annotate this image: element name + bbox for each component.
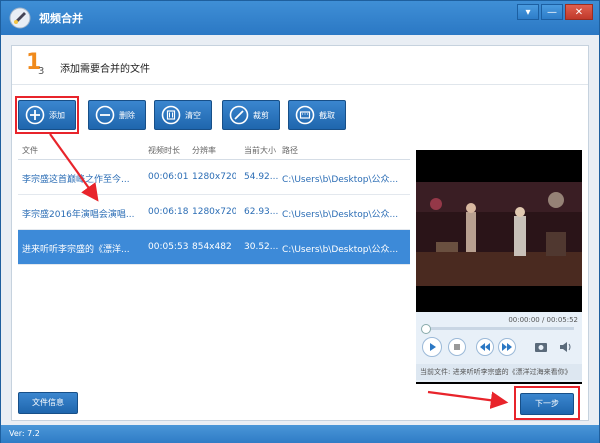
- capture-button[interactable]: 截取: [288, 100, 346, 130]
- menu-button[interactable]: ▾: [517, 4, 539, 20]
- header-size[interactable]: 当前大小: [244, 145, 278, 156]
- title-bar: 视频合并 ▾ — ✕: [1, 1, 599, 35]
- rewind-icon: [480, 343, 490, 351]
- forward-button[interactable]: [498, 338, 516, 356]
- table-row[interactable]: 李宗盛这首巅峰之作至今... 00:06:01 1280x720 54.92..…: [18, 160, 410, 195]
- seek-bar[interactable]: [421, 324, 574, 334]
- crop-button[interactable]: 裁剪: [222, 100, 280, 130]
- capture-label: 截取: [319, 111, 335, 120]
- step-header: 1 3 添加需要合并的文件: [12, 46, 588, 85]
- cell-duration: 00:06:18: [148, 207, 188, 217]
- cell-resolution: 854x482: [192, 242, 232, 252]
- close-button[interactable]: ✕: [565, 4, 593, 20]
- window-title: 视频合并: [39, 12, 83, 25]
- now-playing-title: 进来听听李宗盛的《漂洋过海来看你》: [452, 368, 572, 376]
- cell-file: 李宗盛2016年演唱会演唱...: [22, 210, 135, 220]
- seek-handle[interactable]: [421, 324, 431, 334]
- cell-duration: 00:06:01: [148, 172, 188, 182]
- minus-icon: [95, 105, 115, 125]
- cell-file: 李宗盛这首巅峰之作至今...: [22, 175, 130, 185]
- cell-resolution: 1280x720: [192, 207, 236, 217]
- table-row[interactable]: 李宗盛2016年演唱会演唱... 00:06:18 1280x720 62.93…: [18, 195, 410, 230]
- play-icon: [430, 343, 436, 351]
- table-row-selected[interactable]: 进来听听李宗盛的《漂洋... 00:05:53 854x482 30.52...…: [18, 230, 410, 265]
- app-window: 视频合并 ▾ — ✕ 1 3 添加需要合并的文件 添加 删除 清空 裁剪 截取 …: [0, 0, 600, 443]
- step-total: 3: [38, 66, 45, 77]
- camera-icon[interactable]: [534, 340, 550, 354]
- version-text: Ver: 7.2: [9, 429, 40, 438]
- cell-size: 62.93...: [244, 207, 278, 217]
- table-header: 文件 视频时长 分辨率 当前大小 路径: [18, 145, 410, 160]
- cell-path: C:\Users\b\Desktop\公众...: [282, 210, 399, 220]
- header-file[interactable]: 文件: [22, 145, 144, 156]
- pencil-icon: [229, 105, 249, 125]
- add-highlight-box: [15, 96, 79, 134]
- trash-icon: [161, 105, 181, 125]
- next-highlight-box: [514, 386, 580, 420]
- forward-icon: [502, 343, 512, 351]
- delete-button[interactable]: 删除: [88, 100, 146, 130]
- rewind-button[interactable]: [476, 338, 494, 356]
- film-icon: [295, 105, 315, 125]
- app-logo-icon: [9, 7, 31, 29]
- cell-path: C:\Users\b\Desktop\公众...: [282, 175, 399, 185]
- clear-label: 清空: [185, 111, 201, 120]
- minimize-button[interactable]: —: [541, 4, 563, 20]
- cell-resolution: 1280x720: [192, 172, 236, 182]
- file-info-button[interactable]: 文件信息: [18, 392, 78, 414]
- cell-path: C:\Users\b\Desktop\公众...: [282, 245, 399, 255]
- status-bar: Ver: 7.2: [1, 425, 599, 443]
- delete-label: 删除: [119, 111, 135, 120]
- crop-label: 裁剪: [253, 111, 269, 120]
- header-duration[interactable]: 视频时长: [148, 145, 188, 156]
- cell-size: 30.52...: [244, 242, 278, 252]
- now-playing-label: 当前文件:: [420, 368, 451, 376]
- main-panel: 1 3 添加需要合并的文件 添加 删除 清空 裁剪 截取 文件 视频时长 分辨率…: [11, 45, 589, 421]
- cell-duration: 00:05:53: [148, 242, 188, 252]
- header-path[interactable]: 路径: [282, 145, 406, 156]
- header-resolution[interactable]: 分辨率: [192, 145, 236, 156]
- clear-button[interactable]: 清空: [154, 100, 212, 130]
- video-frame: [416, 182, 582, 286]
- stop-button[interactable]: [448, 338, 466, 356]
- now-playing-bar: 当前文件: 进来听听李宗盛的《漂洋过海来看你》: [416, 364, 582, 380]
- play-button[interactable]: [422, 337, 442, 357]
- step-title: 添加需要合并的文件: [60, 64, 150, 75]
- cell-file: 进来听听李宗盛的《漂洋...: [22, 245, 130, 255]
- cell-size: 54.92...: [244, 172, 278, 182]
- arrow-to-next: [427, 390, 509, 410]
- time-display: 00:00:00 / 00:05:52: [508, 316, 578, 324]
- stop-icon: [454, 344, 460, 350]
- file-table: 文件 视频时长 分辨率 当前大小 路径 李宗盛这首巅峰之作至今... 00:06…: [18, 145, 410, 265]
- volume-icon[interactable]: [558, 340, 572, 354]
